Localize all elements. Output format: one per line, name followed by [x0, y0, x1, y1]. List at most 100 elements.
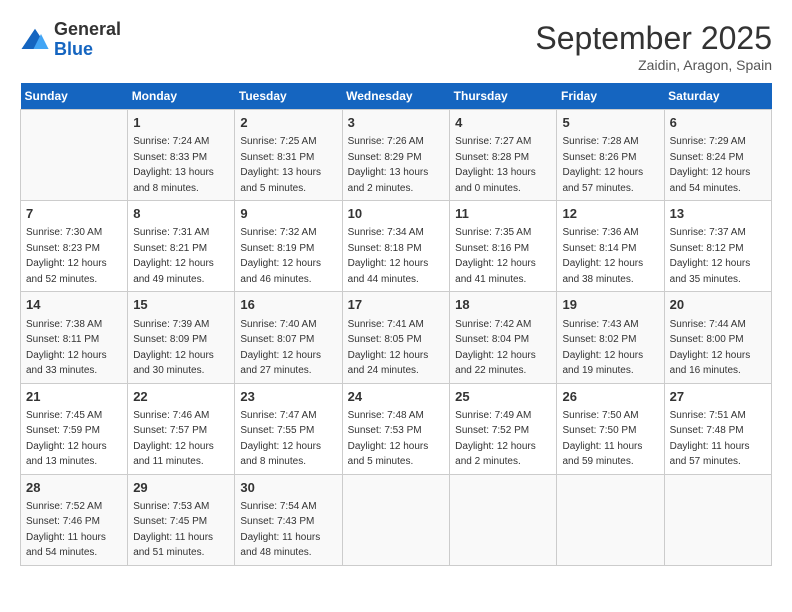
day-number: 21: [26, 388, 122, 406]
day-info: Sunrise: 7:43 AMSunset: 8:02 PMDaylight:…: [562, 319, 643, 377]
logo: General Blue: [20, 20, 121, 60]
calendar-cell: 11 Sunrise: 7:35 AMSunset: 8:16 PMDaylig…: [450, 201, 557, 292]
calendar-cell: 8 Sunrise: 7:31 AMSunset: 8:21 PMDayligh…: [128, 201, 235, 292]
day-info: Sunrise: 7:32 AMSunset: 8:19 PMDaylight:…: [240, 227, 321, 285]
day-info: Sunrise: 7:35 AMSunset: 8:16 PMDaylight:…: [455, 227, 536, 285]
weekday-header-sunday: Sunday: [21, 83, 128, 110]
day-info: Sunrise: 7:39 AMSunset: 8:09 PMDaylight:…: [133, 319, 214, 377]
day-info: Sunrise: 7:31 AMSunset: 8:21 PMDaylight:…: [133, 227, 214, 285]
day-number: 4: [455, 114, 551, 132]
day-number: 9: [240, 205, 336, 223]
location-subtitle: Zaidin, Aragon, Spain: [535, 57, 772, 73]
day-info: Sunrise: 7:38 AMSunset: 8:11 PMDaylight:…: [26, 319, 107, 377]
day-number: 6: [670, 114, 766, 132]
day-info: Sunrise: 7:42 AMSunset: 8:04 PMDaylight:…: [455, 319, 536, 377]
calendar-cell: 18 Sunrise: 7:42 AMSunset: 8:04 PMDaylig…: [450, 292, 557, 383]
calendar-cell: 15 Sunrise: 7:39 AMSunset: 8:09 PMDaylig…: [128, 292, 235, 383]
weekday-header-thursday: Thursday: [450, 83, 557, 110]
title-section: September 2025 Zaidin, Aragon, Spain: [535, 20, 772, 73]
calendar-cell: 10 Sunrise: 7:34 AMSunset: 8:18 PMDaylig…: [342, 201, 450, 292]
calendar-cell: 19 Sunrise: 7:43 AMSunset: 8:02 PMDaylig…: [557, 292, 664, 383]
day-number: 3: [348, 114, 445, 132]
day-number: 8: [133, 205, 229, 223]
day-number: 19: [562, 296, 658, 314]
day-info: Sunrise: 7:50 AMSunset: 7:50 PMDaylight:…: [562, 410, 642, 468]
weekday-header-tuesday: Tuesday: [235, 83, 342, 110]
day-number: 11: [455, 205, 551, 223]
day-info: Sunrise: 7:44 AMSunset: 8:00 PMDaylight:…: [670, 319, 751, 377]
calendar-cell: [21, 110, 128, 201]
calendar-cell: [664, 474, 771, 565]
calendar-cell: 17 Sunrise: 7:41 AMSunset: 8:05 PMDaylig…: [342, 292, 450, 383]
day-number: 27: [670, 388, 766, 406]
day-info: Sunrise: 7:28 AMSunset: 8:26 PMDaylight:…: [562, 136, 643, 194]
logo-blue: Blue: [54, 39, 93, 59]
weekday-header-saturday: Saturday: [664, 83, 771, 110]
calendar-cell: 30 Sunrise: 7:54 AMSunset: 7:43 PMDaylig…: [235, 474, 342, 565]
calendar-cell: 21 Sunrise: 7:45 AMSunset: 7:59 PMDaylig…: [21, 383, 128, 474]
calendar-cell: 2 Sunrise: 7:25 AMSunset: 8:31 PMDayligh…: [235, 110, 342, 201]
day-number: 23: [240, 388, 336, 406]
calendar-cell: 20 Sunrise: 7:44 AMSunset: 8:00 PMDaylig…: [664, 292, 771, 383]
calendar-cell: 23 Sunrise: 7:47 AMSunset: 7:55 PMDaylig…: [235, 383, 342, 474]
day-number: 20: [670, 296, 766, 314]
week-row-4: 21 Sunrise: 7:45 AMSunset: 7:59 PMDaylig…: [21, 383, 772, 474]
calendar-cell: 14 Sunrise: 7:38 AMSunset: 8:11 PMDaylig…: [21, 292, 128, 383]
day-info: Sunrise: 7:37 AMSunset: 8:12 PMDaylight:…: [670, 227, 751, 285]
calendar-cell: 28 Sunrise: 7:52 AMSunset: 7:46 PMDaylig…: [21, 474, 128, 565]
day-info: Sunrise: 7:40 AMSunset: 8:07 PMDaylight:…: [240, 319, 321, 377]
calendar-cell: 26 Sunrise: 7:50 AMSunset: 7:50 PMDaylig…: [557, 383, 664, 474]
logo-icon: [20, 25, 50, 55]
day-info: Sunrise: 7:45 AMSunset: 7:59 PMDaylight:…: [26, 410, 107, 468]
day-info: Sunrise: 7:47 AMSunset: 7:55 PMDaylight:…: [240, 410, 321, 468]
day-number: 28: [26, 479, 122, 497]
day-info: Sunrise: 7:49 AMSunset: 7:52 PMDaylight:…: [455, 410, 536, 468]
calendar-cell: 29 Sunrise: 7:53 AMSunset: 7:45 PMDaylig…: [128, 474, 235, 565]
day-info: Sunrise: 7:52 AMSunset: 7:46 PMDaylight:…: [26, 501, 106, 559]
day-info: Sunrise: 7:46 AMSunset: 7:57 PMDaylight:…: [133, 410, 214, 468]
day-info: Sunrise: 7:54 AMSunset: 7:43 PMDaylight:…: [240, 501, 320, 559]
day-number: 24: [348, 388, 445, 406]
month-title: September 2025: [535, 20, 772, 57]
day-info: Sunrise: 7:25 AMSunset: 8:31 PMDaylight:…: [240, 136, 321, 194]
day-number: 2: [240, 114, 336, 132]
weekday-header-wednesday: Wednesday: [342, 83, 450, 110]
day-info: Sunrise: 7:26 AMSunset: 8:29 PMDaylight:…: [348, 136, 429, 194]
day-number: 10: [348, 205, 445, 223]
calendar-cell: 13 Sunrise: 7:37 AMSunset: 8:12 PMDaylig…: [664, 201, 771, 292]
weekday-header-monday: Monday: [128, 83, 235, 110]
day-info: Sunrise: 7:48 AMSunset: 7:53 PMDaylight:…: [348, 410, 429, 468]
logo-text: General Blue: [54, 20, 121, 60]
day-number: 30: [240, 479, 336, 497]
day-info: Sunrise: 7:51 AMSunset: 7:48 PMDaylight:…: [670, 410, 750, 468]
day-info: Sunrise: 7:24 AMSunset: 8:33 PMDaylight:…: [133, 136, 214, 194]
week-row-1: 1 Sunrise: 7:24 AMSunset: 8:33 PMDayligh…: [21, 110, 772, 201]
day-number: 16: [240, 296, 336, 314]
week-row-3: 14 Sunrise: 7:38 AMSunset: 8:11 PMDaylig…: [21, 292, 772, 383]
calendar-cell: 5 Sunrise: 7:28 AMSunset: 8:26 PMDayligh…: [557, 110, 664, 201]
calendar-cell: 24 Sunrise: 7:48 AMSunset: 7:53 PMDaylig…: [342, 383, 450, 474]
calendar-cell: 12 Sunrise: 7:36 AMSunset: 8:14 PMDaylig…: [557, 201, 664, 292]
day-number: 5: [562, 114, 658, 132]
day-number: 29: [133, 479, 229, 497]
calendar-table: SundayMondayTuesdayWednesdayThursdayFrid…: [20, 83, 772, 566]
day-number: 12: [562, 205, 658, 223]
day-info: Sunrise: 7:27 AMSunset: 8:28 PMDaylight:…: [455, 136, 536, 194]
day-number: 15: [133, 296, 229, 314]
week-row-2: 7 Sunrise: 7:30 AMSunset: 8:23 PMDayligh…: [21, 201, 772, 292]
calendar-cell: 3 Sunrise: 7:26 AMSunset: 8:29 PMDayligh…: [342, 110, 450, 201]
calendar-cell: 9 Sunrise: 7:32 AMSunset: 8:19 PMDayligh…: [235, 201, 342, 292]
day-info: Sunrise: 7:53 AMSunset: 7:45 PMDaylight:…: [133, 501, 213, 559]
weekday-header-friday: Friday: [557, 83, 664, 110]
day-info: Sunrise: 7:36 AMSunset: 8:14 PMDaylight:…: [562, 227, 643, 285]
day-number: 26: [562, 388, 658, 406]
day-info: Sunrise: 7:34 AMSunset: 8:18 PMDaylight:…: [348, 227, 429, 285]
calendar-cell: [450, 474, 557, 565]
day-number: 1: [133, 114, 229, 132]
calendar-cell: [557, 474, 664, 565]
day-number: 7: [26, 205, 122, 223]
day-number: 22: [133, 388, 229, 406]
day-info: Sunrise: 7:30 AMSunset: 8:23 PMDaylight:…: [26, 227, 107, 285]
calendar-cell: 25 Sunrise: 7:49 AMSunset: 7:52 PMDaylig…: [450, 383, 557, 474]
page-header: General Blue September 2025 Zaidin, Arag…: [20, 20, 772, 73]
